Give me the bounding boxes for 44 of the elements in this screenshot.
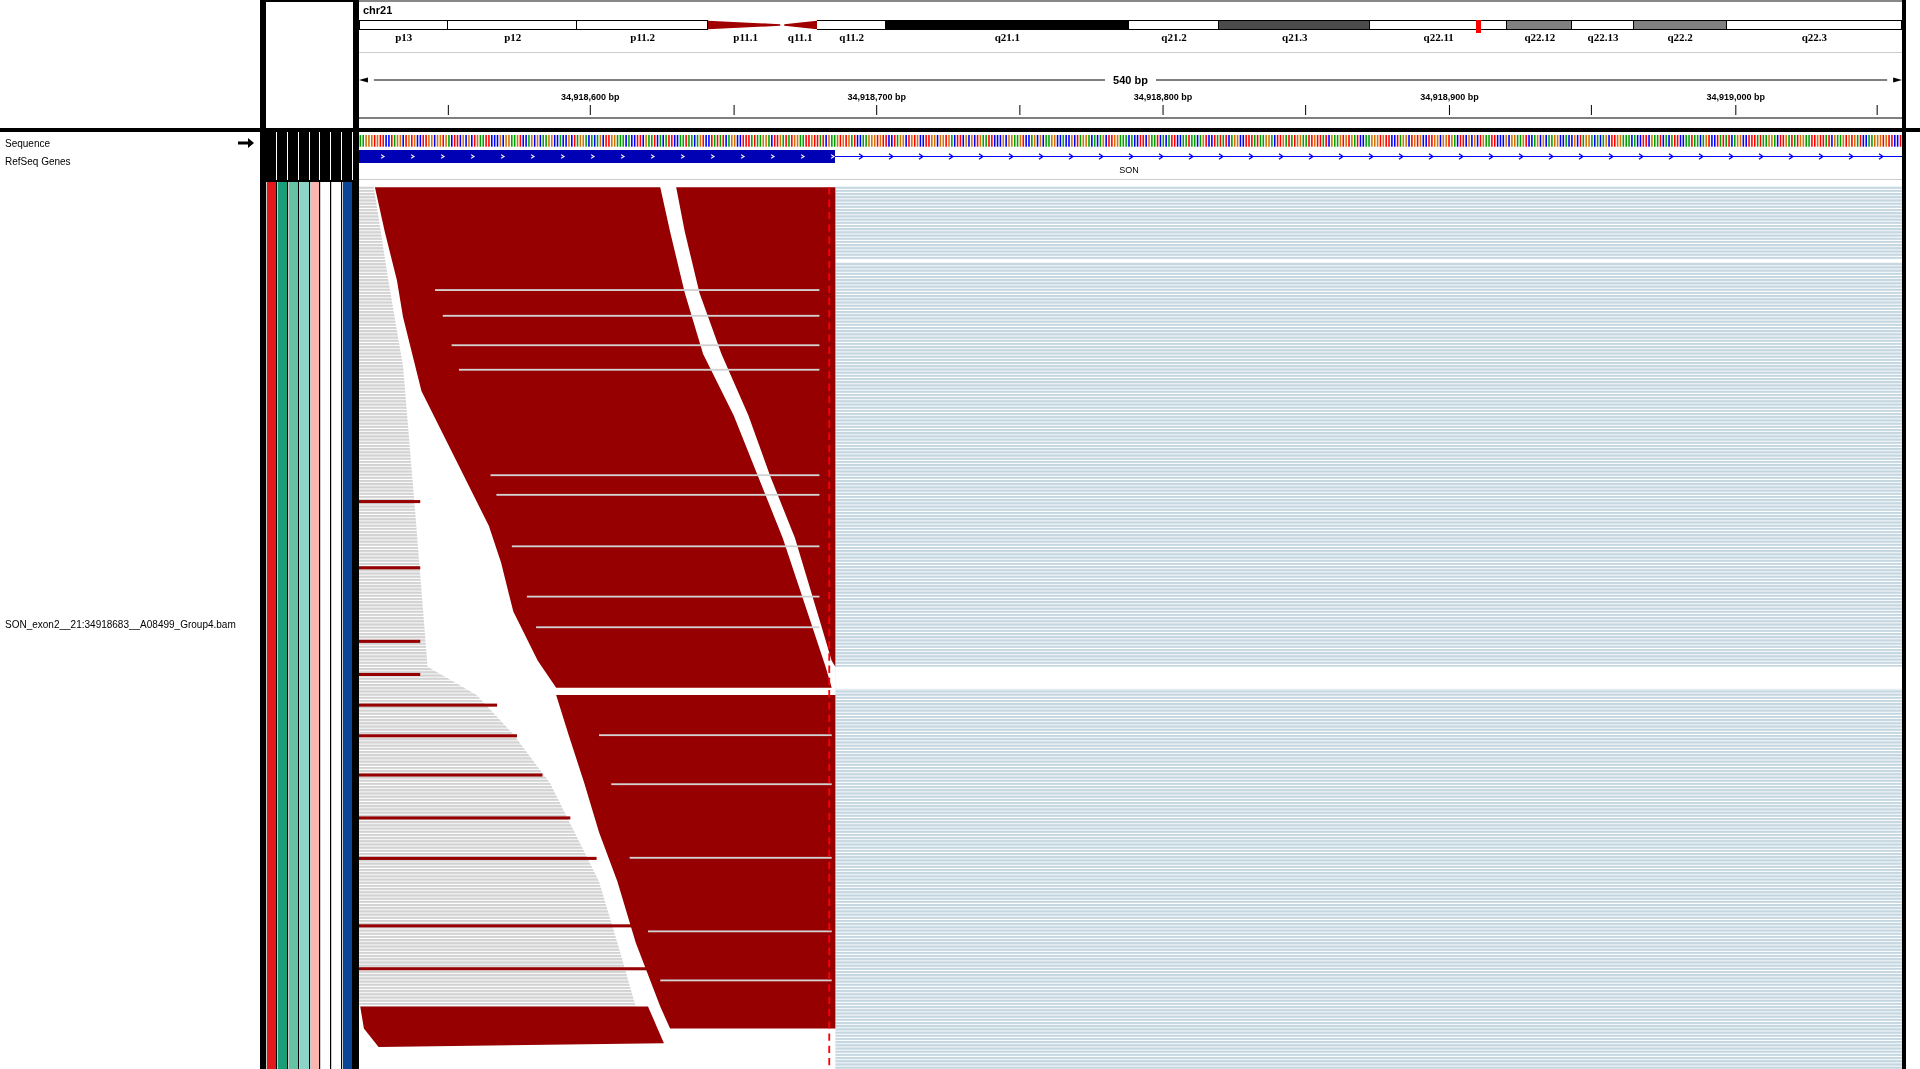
track-name[interactable]: Sequence [5,137,51,149]
cytoband[interactable] [359,20,449,30]
cytoband-label: p11.1 [733,31,759,43]
cytoband[interactable] [1572,20,1634,30]
cytoband-label: q22.2 [1667,31,1693,43]
cytoband-label: q22.13 [1587,31,1619,43]
attribute-swatch[interactable] [287,182,298,1069]
centromere-band[interactable] [783,20,818,30]
attribute-swatch[interactable] [276,182,287,1069]
cytoband-label: q21.1 [994,31,1020,43]
cytoband[interactable] [577,20,709,30]
cytoband[interactable] [448,20,578,30]
tick-label: 34,918,600 bp [561,92,620,102]
attribute-swatch[interactable] [309,182,320,1069]
tick-label: 34,918,700 bp [847,92,906,102]
cytoband-label: q21.3 [1282,31,1308,43]
attribute-swatch[interactable] [331,182,342,1069]
cytoband-label: q22.12 [1524,31,1556,43]
attribute-swatch[interactable] [342,182,352,1069]
cytoband-label: q22.3 [1801,31,1828,43]
cytoband-label: q11.2 [839,31,865,43]
cytoband-label: q21.2 [1161,31,1187,43]
cytoband[interactable] [817,20,886,30]
cytoband-label: q11.1 [787,31,813,43]
tick-label: 34,918,800 bp [1133,92,1193,102]
tick-label: 34,919,000 bp [1706,92,1766,102]
cytoband[interactable] [1128,20,1220,30]
cytoband-label: p12 [504,31,522,43]
attribute-swatch[interactable] [320,182,331,1069]
attribute-swatch[interactable] [266,182,276,1069]
cytoband-label: q22.11 [1423,31,1454,43]
gene-name[interactable]: SON [1119,164,1139,175]
chromosome-name: chr21 [362,3,394,17]
attribute-swatch[interactable] [298,182,309,1069]
right-arrow-icon[interactable] [238,138,254,148]
cytoband-label: p11.2 [630,31,656,43]
cytoband[interactable] [1370,20,1508,30]
cytoband[interactable] [1726,20,1902,30]
track-name[interactable]: RefSeq Genes [5,155,71,167]
track-name[interactable]: SON_exon2__21:34918683__A08499_Group4.bam [5,619,260,630]
tick-label: 34,918,900 bp [1420,92,1479,102]
cytoband-label: p13 [395,31,413,43]
current-location-marker [1476,20,1482,33]
span-length: 540 bp [1112,74,1149,86]
